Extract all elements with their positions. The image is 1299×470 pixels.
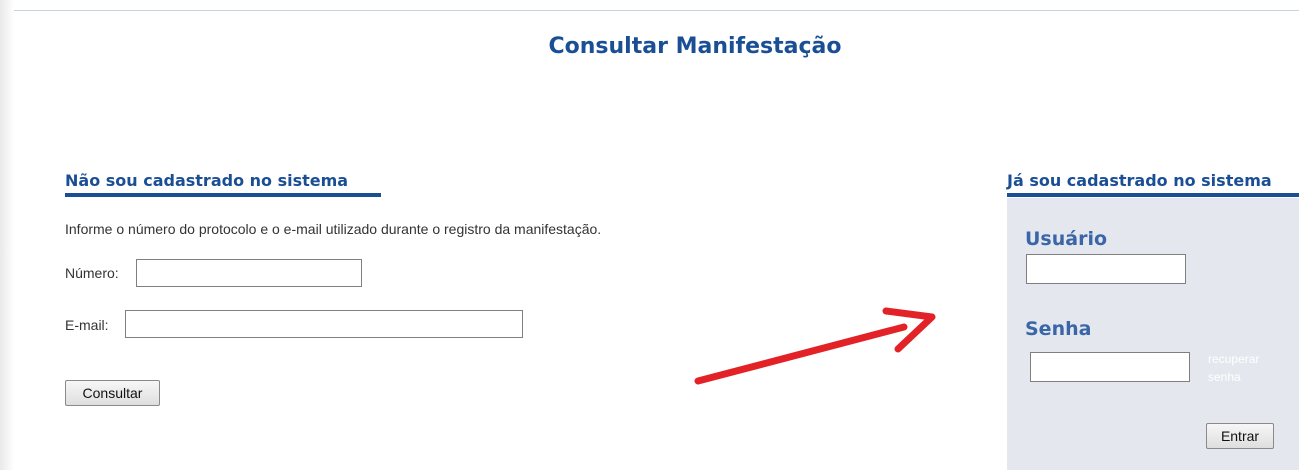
entrar-button[interactable]: Entrar (1206, 423, 1274, 449)
page-title: Consultar Manifestação (548, 34, 842, 59)
recover-password-link[interactable]: recuperar senha (1208, 350, 1278, 386)
email-label: E-mail: (65, 317, 109, 333)
member-section-heading: Já sou cadastrado no sistema (1007, 171, 1299, 197)
usuario-input[interactable] (1026, 254, 1186, 284)
red-arrow-icon (694, 307, 936, 385)
email-input[interactable] (125, 310, 523, 338)
consultar-button[interactable]: Consultar (65, 380, 160, 406)
page-edge-shadow (0, 0, 14, 470)
numero-label: Número: (65, 265, 119, 281)
top-divider (14, 10, 1299, 11)
senha-input[interactable] (1030, 352, 1190, 382)
senha-label: Senha (1025, 318, 1092, 340)
usuario-label: Usuário (1025, 228, 1108, 250)
guest-section-heading: Não sou cadastrado no sistema (65, 171, 381, 197)
guest-instructions: Informe o número do protocolo e o e-mail… (65, 221, 602, 237)
numero-input[interactable] (136, 259, 362, 287)
